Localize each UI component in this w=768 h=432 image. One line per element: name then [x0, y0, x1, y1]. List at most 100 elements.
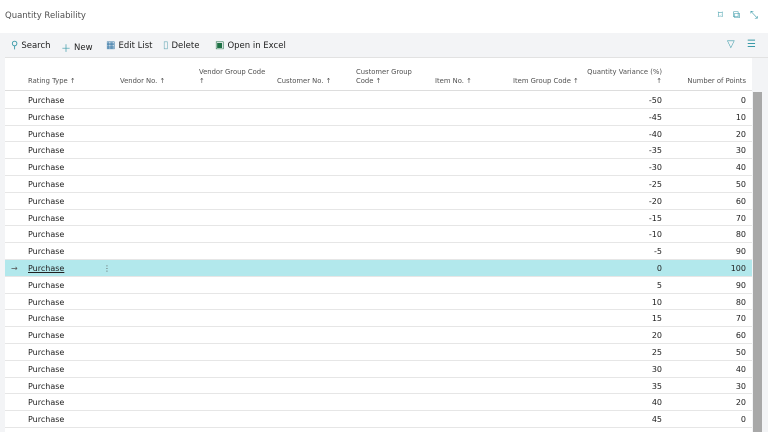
number-of-points-cell: 30 [735, 381, 746, 391]
number-of-points-cell: 10 [735, 112, 746, 122]
quantity-variance-cell: 15 [651, 314, 662, 324]
number-of-points-cell: 20 [735, 129, 746, 139]
table-row[interactable]: Purchase -30 40 [5, 159, 752, 176]
table-row[interactable]: Purchase 15 70 [5, 310, 752, 328]
col-customer-group-code[interactable]: Customer Group Code ↑ [356, 68, 412, 86]
rating-type-cell[interactable]: Purchase [28, 130, 64, 139]
table-row[interactable]: Purchase -5 90 [5, 243, 752, 260]
table-row[interactable]: Purchase 5 90 [5, 277, 752, 294]
col-item-no[interactable]: Item No. ↑ [435, 77, 472, 86]
table-row[interactable]: Purchase -20 60 [5, 193, 752, 210]
quantity-variance-cell: 35 [651, 381, 662, 391]
quantity-variance-cell: 5 [656, 280, 662, 290]
quantity-variance-cell: -15 [648, 213, 662, 223]
col-rating-type[interactable]: Rating Type ↑ [28, 77, 76, 86]
table-row[interactable]: Purchase 10 80 [5, 294, 752, 311]
table-row[interactable]: Purchase -15 70 [5, 210, 752, 227]
rating-type-cell[interactable]: Purchase [28, 96, 64, 105]
table-row[interactable]: Purchase 20 60 [5, 327, 752, 344]
title-bar: Quantity Reliability ⌑ ⧉ ⤡ [0, 0, 768, 33]
rating-type-cell[interactable]: Purchase [28, 146, 64, 155]
edit-list-icon: ▦ [106, 40, 116, 51]
rating-type-cell[interactable]: Purchase [28, 415, 64, 424]
rating-type-cell[interactable]: Purchase [28, 230, 64, 239]
number-of-points-cell: 40 [735, 364, 746, 374]
rating-type-cell[interactable]: Purchase [28, 163, 64, 172]
rating-type-cell[interactable]: Purchase [28, 214, 64, 223]
table-row[interactable]: Purchase -50 0 [5, 92, 752, 109]
grid-header: Rating Type ↑ Vendor No. ↑ Vendor Group … [5, 58, 752, 91]
number-of-points-cell: 50 [735, 348, 746, 357]
rating-type-cell[interactable]: Purchase [28, 180, 64, 189]
bookmark-icon[interactable]: ⌑ [718, 10, 723, 21]
number-of-points-cell: 100 [730, 264, 746, 273]
delete-button[interactable]: ▯ Delete [163, 40, 199, 51]
quantity-variance-cell: 45 [651, 415, 662, 425]
new-button[interactable]: ＋ New [61, 40, 93, 56]
col-vendor-no[interactable]: Vendor No. ↑ [120, 77, 165, 86]
rating-type-cell[interactable]: Purchase [28, 281, 64, 290]
search-icon: ⚲ [11, 40, 19, 51]
quantity-variance-cell: -5 [654, 247, 662, 257]
quantity-variance-cell: -20 [648, 196, 662, 206]
rating-type-cell[interactable]: Purchase [28, 264, 64, 273]
number-of-points-cell: 90 [735, 247, 746, 257]
rating-type-cell[interactable]: Purchase [28, 247, 64, 256]
col-item-group-code[interactable]: Item Group Code ↑ [513, 77, 579, 86]
rating-type-cell[interactable]: Purchase [28, 197, 64, 206]
table-row[interactable]: Purchase -45 10 [5, 109, 752, 126]
collapse-icon[interactable]: ⤡ [750, 10, 758, 21]
col-vendor-group-code[interactable]: Vendor Group Code ↑ [199, 68, 265, 86]
number-of-points-cell: 70 [735, 213, 746, 223]
open-new-window-icon[interactable]: ⧉ [733, 10, 740, 21]
rating-type-cell[interactable]: Purchase [28, 331, 64, 340]
action-bar: ⚲ Search ＋ New ▦ Edit List ▯ Delete ▣ Open in… [5, 33, 768, 58]
table-row[interactable]: Purchase -10 80 [5, 226, 752, 244]
rating-type-cell[interactable]: Purchase [28, 365, 64, 374]
data-grid: Rating Type ↑ Vendor No. ↑ Vendor Group … [5, 58, 752, 432]
number-of-points-cell: 40 [735, 163, 746, 173]
number-of-points-cell: 30 [735, 146, 746, 156]
quantity-variance-cell: 10 [651, 297, 662, 307]
quantity-variance-cell: 40 [651, 398, 662, 408]
list-view-icon[interactable]: ☰ [747, 39, 756, 50]
number-of-points-cell: 80 [735, 297, 746, 307]
table-row[interactable]: Purchase -35 30 [5, 142, 752, 160]
filter-icon[interactable]: ▽ [727, 39, 735, 50]
arrow-right-icon: → [11, 264, 18, 273]
quantity-variance-cell: -25 [648, 180, 662, 189]
quantity-variance-cell: 20 [651, 331, 662, 341]
table-row[interactable]: → ⋮ Purchase 0 100 [5, 260, 752, 277]
table-row[interactable]: Purchase 35 30 [5, 378, 752, 395]
rating-type-cell[interactable]: Purchase [28, 398, 64, 407]
number-of-points-cell: 0 [740, 96, 746, 105]
rating-type-cell[interactable]: Purchase [28, 298, 64, 307]
number-of-points-cell: 50 [735, 180, 746, 189]
number-of-points-cell: 20 [735, 398, 746, 408]
open-in-excel-button[interactable]: ▣ Open in Excel [215, 40, 286, 51]
quantity-variance-cell: -35 [648, 146, 662, 156]
col-customer-no[interactable]: Customer No. ↑ [277, 77, 331, 86]
page-title: Quantity Reliability [5, 11, 86, 21]
table-row[interactable]: Purchase -40 20 [5, 126, 752, 143]
rating-type-cell[interactable]: Purchase [28, 113, 64, 122]
row-menu-icon[interactable]: ⋮ [103, 264, 111, 273]
col-quantity-variance[interactable]: Quantity Variance (%) ↑ [575, 68, 662, 86]
quantity-variance-cell: 0 [656, 264, 662, 273]
table-row[interactable]: Purchase 25 50 [5, 344, 752, 361]
excel-icon: ▣ [215, 40, 225, 51]
rating-type-cell[interactable]: Purchase [28, 382, 64, 391]
number-of-points-cell: 80 [735, 230, 746, 240]
rating-type-cell[interactable]: Purchase [28, 314, 64, 323]
edit-list-button[interactable]: ▦ Edit List [106, 40, 152, 51]
rating-type-cell[interactable]: Purchase [28, 348, 64, 357]
table-row[interactable]: Purchase 30 40 [5, 361, 752, 378]
vertical-scrollbar[interactable] [753, 92, 762, 432]
table-row[interactable]: Purchase -25 50 [5, 176, 752, 193]
plus-icon: ＋ [61, 44, 71, 55]
table-row[interactable]: Purchase 45 0 [5, 411, 752, 428]
quantity-variance-cell: 30 [651, 364, 662, 374]
search-button[interactable]: ⚲ Search [11, 40, 51, 51]
col-number-of-points[interactable]: Number of Points [665, 77, 746, 86]
table-row[interactable]: Purchase 40 20 [5, 394, 752, 412]
